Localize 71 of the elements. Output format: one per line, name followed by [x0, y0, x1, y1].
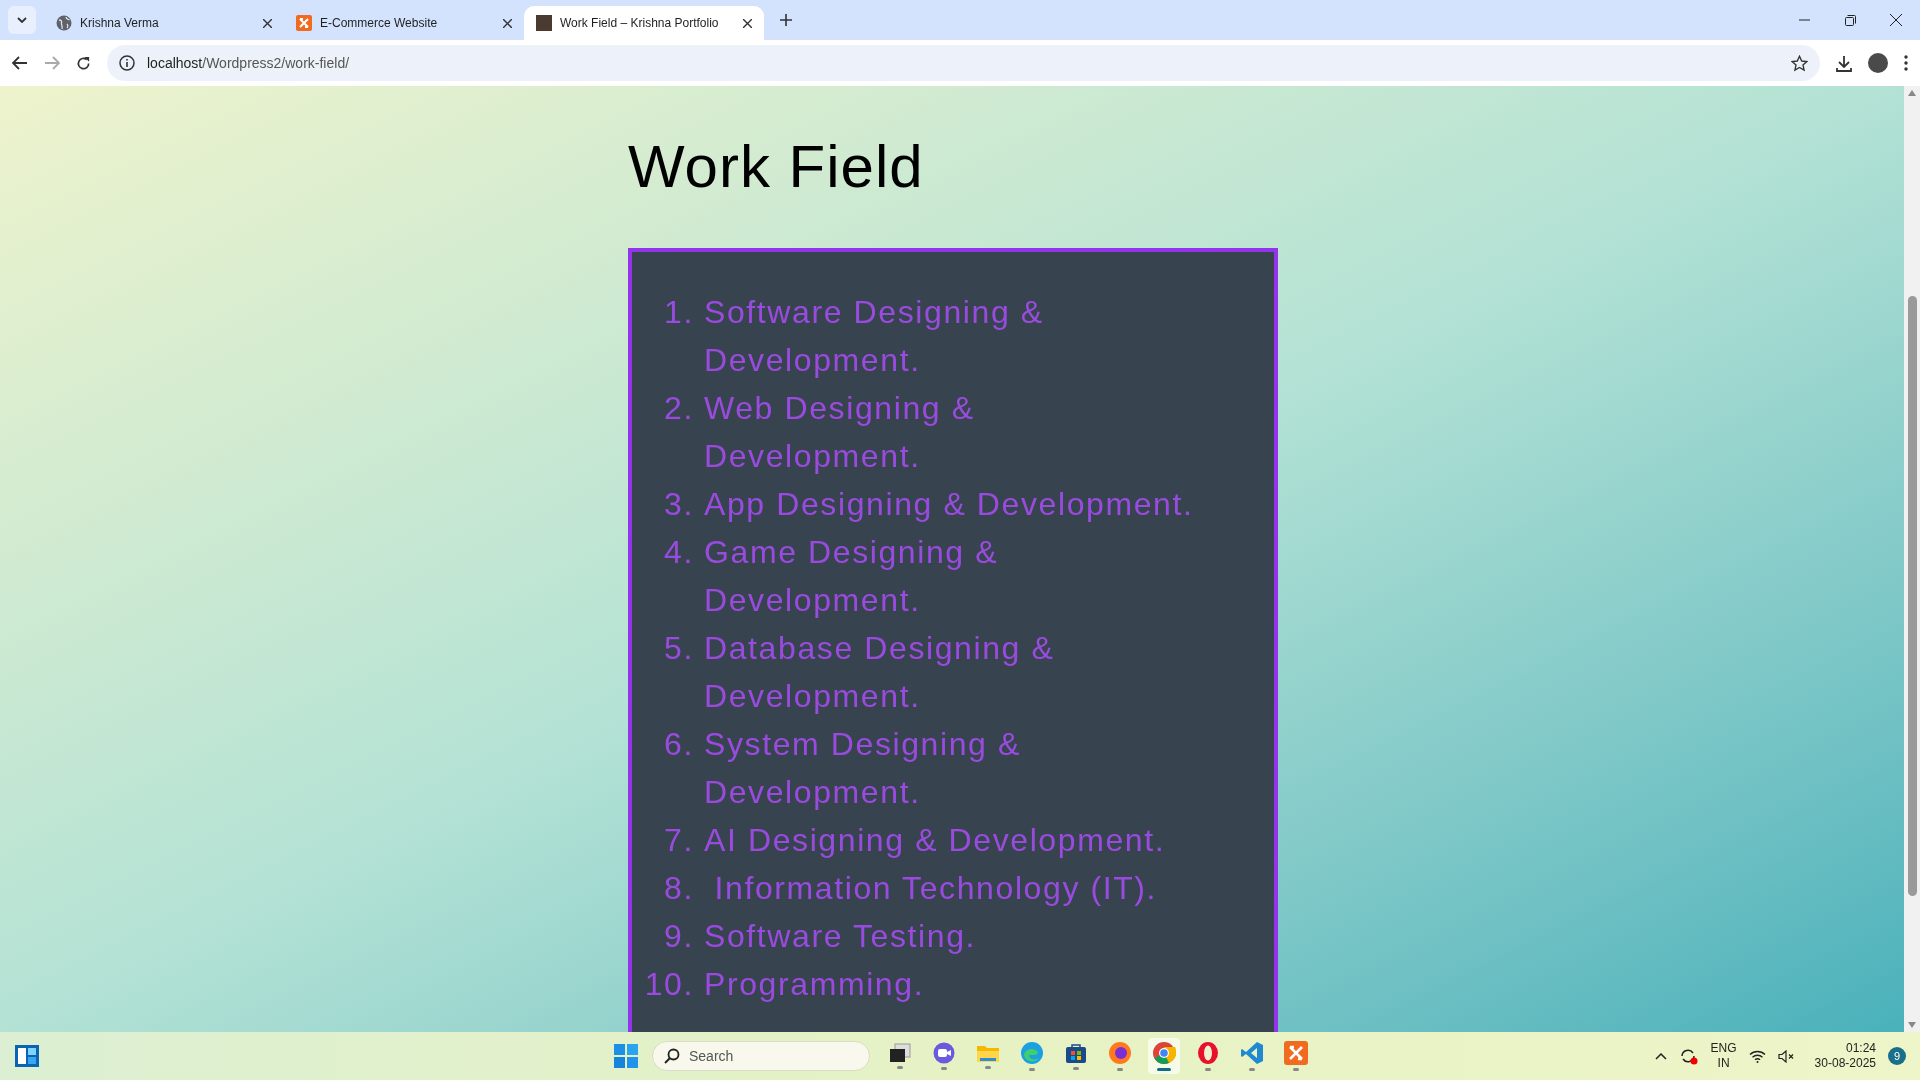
firefox-icon[interactable] [1108, 1041, 1132, 1065]
list-item-text: Programming. [704, 965, 926, 1004]
minimize-icon [1798, 19, 1810, 21]
back-icon[interactable] [12, 56, 28, 70]
list-item-text: Software Testing. [704, 917, 978, 956]
photo-placeholder [536, 15, 552, 31]
video-chat-icon[interactable] [932, 1042, 956, 1064]
close-icon [1890, 14, 1902, 26]
list-number: 4. [663, 533, 695, 572]
clock-time[interactable]: 01:24 [1845, 1041, 1876, 1056]
list-item-text: App Designing & Development. [704, 485, 1195, 524]
store-icon[interactable] [1065, 1042, 1087, 1064]
xampp-logo-icon[interactable] [1284, 1041, 1308, 1065]
list-number: 6. [663, 725, 695, 764]
speaker-muted-icon[interactable] [1777, 1049, 1795, 1063]
download-icon[interactable] [1836, 54, 1852, 72]
reload-icon[interactable] [76, 55, 91, 71]
clock-date[interactable]: 30-08-2025 [1814, 1056, 1876, 1071]
chrome-icon[interactable] [1152, 1041, 1176, 1065]
list-item-text: Software Designing & Development. [704, 293, 1045, 380]
browser-tab[interactable]: Work Field – Krishna Portfolio [524, 6, 764, 40]
menu-icon[interactable] [1904, 55, 1908, 71]
list-item-text: System Designing & Development. [704, 725, 1022, 812]
browser-tab[interactable]: Krishna Verma [44, 6, 284, 40]
list-number: 3. [663, 485, 695, 524]
tab-title: Work Field – Krishna Portfolio [560, 15, 720, 32]
chevron-down-icon [17, 17, 27, 23]
list-number: 9. [663, 917, 695, 956]
taskbar-search-field[interactable]: Search [652, 1041, 870, 1071]
chevron-up-icon[interactable] [1654, 1052, 1667, 1060]
list-number: 8. [663, 869, 695, 908]
list-number: 7. [663, 821, 695, 860]
address-bar[interactable]: localhost/Wordpress2/work-field/ [107, 45, 1820, 81]
close-icon[interactable] [743, 18, 752, 28]
list-item-text: Web Designing & Development. [704, 389, 976, 476]
star-icon[interactable] [1791, 54, 1808, 72]
list-item-text: Information Technology (IT). [713, 869, 1159, 908]
close-icon[interactable] [503, 18, 512, 28]
task-view-icon[interactable] [889, 1043, 911, 1063]
search-icon [664, 1048, 680, 1064]
scrollbar[interactable] [1904, 86, 1920, 1032]
restore-icon [1844, 14, 1856, 26]
info-icon [119, 55, 135, 71]
region-text[interactable]: IN [1717, 1056, 1730, 1071]
profile-avatar[interactable] [1868, 53, 1888, 73]
xampp-logo-icon [296, 15, 312, 31]
page-heading: Work Field [628, 132, 924, 202]
list-number: 2. [663, 389, 695, 428]
sync-icon[interactable] [1678, 1047, 1699, 1065]
list-item-text: Database Designing & Development. [704, 629, 1056, 716]
folder-icon[interactable] [976, 1043, 1000, 1063]
widgets-icon[interactable] [14, 1044, 40, 1068]
url-text: localhost/Wordpress2/work-field/ [147, 53, 350, 73]
list-item-text: Game Designing & Development. [704, 533, 1000, 620]
tab-title: E-Commerce Website [320, 15, 439, 32]
list-number: 10. [643, 965, 695, 1004]
browser-tab[interactable]: E-Commerce Website [284, 6, 524, 40]
wifi-icon[interactable] [1748, 1049, 1766, 1063]
close-icon[interactable] [263, 18, 272, 28]
opera-icon[interactable] [1197, 1041, 1219, 1065]
tab-list-button[interactable] [8, 6, 36, 34]
globe-icon [56, 15, 72, 31]
list-number: 5. [663, 629, 695, 668]
list-item-text: AI Designing & Development. [704, 821, 1167, 860]
code-editor-icon[interactable] [1240, 1041, 1264, 1065]
plus-icon [780, 14, 792, 26]
language-text[interactable]: ENG [1710, 1041, 1737, 1056]
list-number: 1. [663, 293, 695, 332]
notification-badge[interactable]: 9 [1888, 1047, 1906, 1065]
tab-title: Krishna Verma [80, 15, 160, 32]
start-icon[interactable] [614, 1044, 638, 1068]
